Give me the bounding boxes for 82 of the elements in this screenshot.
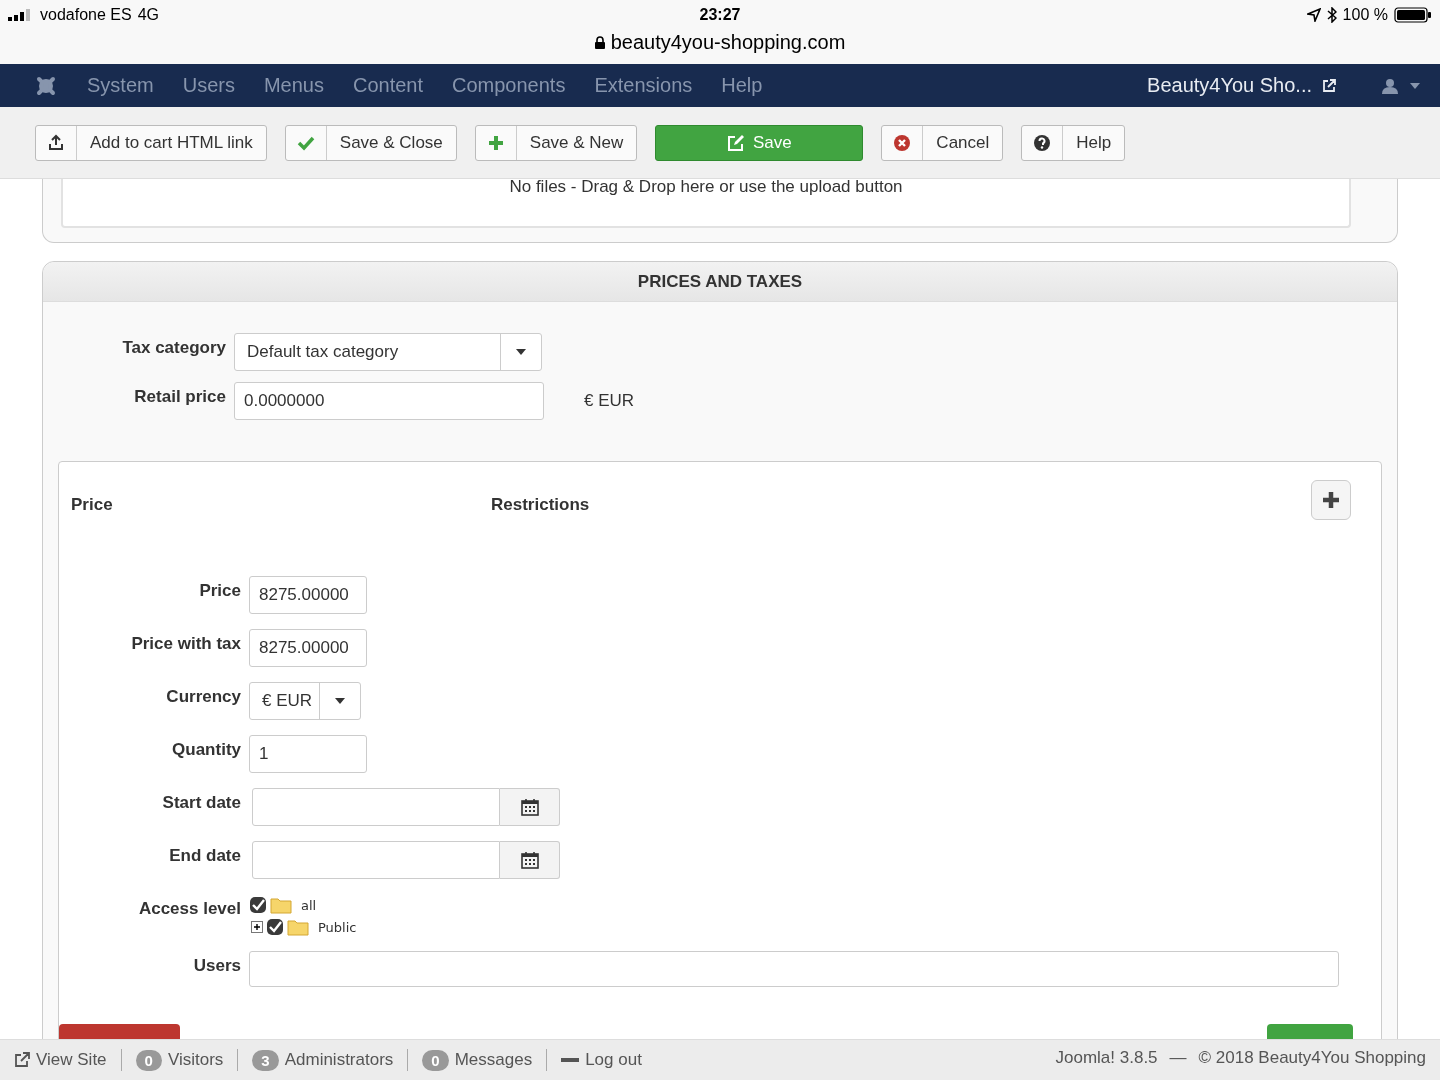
calendar-button[interactable] (500, 841, 560, 879)
calendar-icon (520, 798, 539, 816)
save-new-button[interactable]: Save & New (474, 124, 638, 161)
field-label: Tax category (121, 337, 226, 358)
footer-link[interactable]: Administrators (284, 1050, 394, 1070)
tree-label[interactable]: all (301, 897, 317, 913)
battery-icon (1394, 7, 1432, 23)
plus-icon (486, 133, 505, 152)
checkbox[interactable] (266, 918, 284, 936)
save-close-button[interactable]: Save & Close (284, 124, 457, 161)
help-icon (1033, 133, 1052, 152)
panel-title: PRICES AND TAXES (43, 262, 1397, 302)
date-field[interactable] (252, 841, 500, 879)
edit-icon (727, 133, 745, 152)
cancel-icon (893, 133, 912, 152)
caret-icon (335, 698, 345, 704)
footer-link[interactable]: Messages (454, 1050, 533, 1070)
menu-item[interactable]: Components (452, 74, 566, 97)
caret-icon (1410, 82, 1420, 89)
column-header: Price (71, 495, 114, 515)
version-text: Joomla! 3.8.5 (1055, 1047, 1158, 1068)
calendar-button[interactable] (500, 788, 560, 826)
users-field[interactable] (249, 951, 1339, 987)
text-field[interactable]: 8275.00000 (249, 576, 367, 614)
menu-item[interactable]: Content (352, 74, 423, 97)
clock: 23:27 (699, 6, 741, 24)
menu-item[interactable]: Menus (263, 74, 324, 97)
minus-icon (561, 1057, 580, 1063)
copyright-text: © 2018 Beauty4You Shopping (1198, 1047, 1426, 1068)
bluetooth-icon (1326, 7, 1337, 23)
retail-price-field[interactable]: 0.0000000 (234, 382, 544, 420)
expand-icon[interactable] (251, 921, 263, 933)
plus-icon (1322, 491, 1340, 509)
menu-item[interactable]: System (87, 74, 154, 97)
currency-label: € EUR (584, 390, 635, 411)
column-header: Restrictions (491, 495, 590, 515)
help-button[interactable]: Help (1021, 124, 1126, 161)
add-button[interactable] (1311, 480, 1351, 520)
field-label: Quantity (171, 739, 241, 760)
network-type: 4G (137, 6, 159, 24)
field-label: Start date (161, 792, 241, 813)
field-label: Price with tax (130, 633, 241, 654)
carrier-name: vodafone ES (40, 6, 132, 24)
field-label: Retail price (133, 386, 226, 407)
url-text: beauty4you-shopping.com (610, 31, 846, 54)
menu-item[interactable]: Help (721, 74, 763, 97)
count-badge: 0 (135, 1049, 162, 1071)
text-field[interactable]: 8275.00000 (249, 629, 367, 667)
field-label: Access level (137, 898, 241, 919)
upload-icon (47, 133, 65, 152)
menu-item[interactable]: Users (182, 74, 235, 97)
field-label: End date (168, 845, 241, 866)
drop-zone-message: No files - Drag & Drop here or use the upload button (509, 179, 903, 197)
field-label: Currency (165, 686, 241, 707)
folder-icon (270, 896, 292, 914)
footer-link[interactable]: Log out (585, 1050, 642, 1070)
location-icon (1306, 8, 1321, 22)
cancel-button[interactable]: Cancel (881, 124, 1004, 161)
field-label: Users (192, 955, 241, 976)
field-label: Price (198, 580, 241, 601)
user-icon (1382, 77, 1398, 94)
text-field[interactable]: 1 (249, 735, 367, 773)
tax-category-select[interactable]: Default tax category (234, 333, 542, 371)
site-link[interactable]: Beauty4You Sho... (1147, 74, 1312, 97)
currency-select[interactable]: € EUR (249, 682, 361, 720)
separator-dash: — (1169, 1047, 1187, 1068)
footer-link[interactable]: Visitors (167, 1050, 224, 1070)
menu-item[interactable]: Extensions (594, 74, 693, 97)
external-link-icon (14, 1052, 30, 1068)
caret-icon (516, 349, 526, 355)
add-link-button[interactable]: Add to cart HTML link (35, 124, 267, 161)
date-field[interactable] (252, 788, 500, 826)
checkbox[interactable] (249, 896, 267, 914)
tree-label[interactable]: Public (318, 919, 357, 935)
calendar-icon (520, 851, 539, 869)
external-link-icon (1322, 78, 1336, 93)
count-badge: 3 (252, 1049, 279, 1071)
lock-icon (594, 36, 605, 49)
folder-icon (287, 918, 309, 936)
footer-link[interactable]: View Site (36, 1050, 107, 1070)
battery-percent: 100 % (1342, 6, 1388, 24)
count-badge: 0 (422, 1049, 449, 1071)
